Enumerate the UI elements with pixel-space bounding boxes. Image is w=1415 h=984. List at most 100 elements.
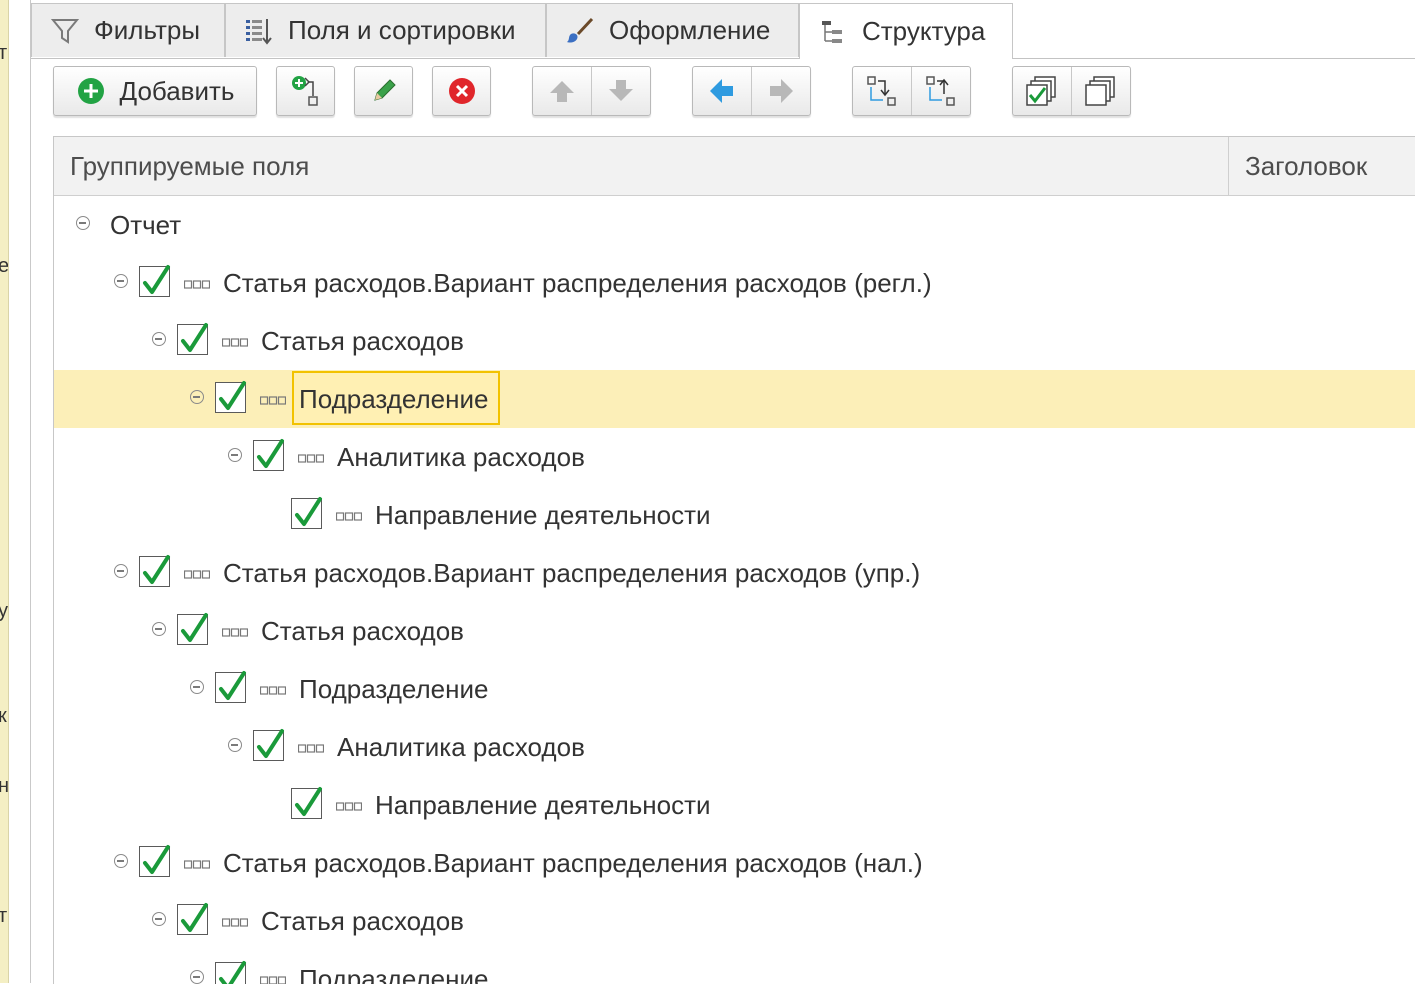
tree-row[interactable]: Статья расходов.Вариант распределения ра… [54,254,1415,312]
level-group [692,66,811,116]
delete-button[interactable] [432,66,491,116]
plus-circle-icon [77,78,104,104]
use-checkbox[interactable] [291,787,322,819]
tree-row-label: Статья расходов [261,325,464,356]
tab-fields-sorting[interactable]: Поля и сортировки [225,3,546,57]
level-down-button[interactable] [751,67,810,115]
tree-row[interactable]: Подразделение [54,950,1415,984]
column-header: Группируемые поля Заголовок [54,137,1415,196]
arrow-right-icon [770,79,793,103]
collapse-toggle-icon[interactable] [114,854,128,868]
tree-row[interactable]: Направление деятельности [54,486,1415,544]
tree-row[interactable]: Подразделение [54,660,1415,718]
collapse-toggle-icon[interactable] [228,448,242,462]
edge-glyph: т [0,905,7,928]
use-checkbox[interactable] [215,671,246,703]
check-mark-icon [181,323,208,352]
delete-icon [448,78,475,104]
check-group [1012,66,1131,116]
tree-row-label: Статья расходов.Вариант распределения ра… [223,267,932,298]
check-mark-icon [295,497,322,526]
use-checkbox[interactable] [291,497,322,529]
brush-icon [567,17,594,43]
edge-glyph: к [0,705,7,728]
move-up-button[interactable] [533,67,591,115]
tab-filters-label: Фильтры [94,15,201,45]
grouping-field-icon [183,857,211,869]
collapse-toggle-icon[interactable] [228,738,242,752]
tree-row-label: Направление деятельности [375,789,711,820]
tab-filters[interactable]: Фильтры [31,3,225,57]
collapse-toggle-icon[interactable] [190,680,204,694]
grouping-field-icon [335,799,363,811]
check-mark-icon [181,903,208,932]
grouping-field-icon [259,973,287,984]
arrow-up-icon [550,81,574,102]
collapse-toggle-icon[interactable] [152,332,166,346]
edit-button[interactable] [354,66,413,116]
use-checkbox[interactable] [215,961,246,984]
tree-row-label: Подразделение [299,673,489,704]
report-settings-panel: Фильтры Поля и сортировки Оформление Стр… [30,0,1415,984]
collapse-toggle-icon[interactable] [190,390,204,404]
edge-glyph: н [0,775,8,798]
tree-row[interactable]: Статья расходов.Вариант распределения ра… [54,834,1415,892]
use-checkbox[interactable] [139,845,170,877]
structure-tree-icon [822,20,842,43]
grouping-field-icon [221,625,249,637]
check-mark-icon [143,555,170,584]
tree-row[interactable]: Статья расходов.Вариант распределения ра… [54,544,1415,602]
collapse-toggle-icon[interactable] [114,564,128,578]
tree-row[interactable]: Статья расходов [54,312,1415,370]
column-grouping-fields[interactable]: Группируемые поля [54,137,1228,195]
tab-structure-label: Структура [862,16,986,46]
check-all-icon [1026,76,1056,106]
tree-row[interactable]: Аналитика расходов [54,428,1415,486]
arrow-left-icon [710,79,733,103]
use-checkbox[interactable] [139,265,170,297]
use-checkbox[interactable] [177,323,208,355]
level-up-button[interactable] [693,67,751,115]
use-checkbox[interactable] [177,903,208,935]
check-mark-icon [219,381,246,410]
check-all-button[interactable] [1013,67,1071,115]
check-mark-icon [181,613,208,642]
uncheck-all-button[interactable] [1071,67,1130,115]
grouping-field-icon [183,277,211,289]
tree-row[interactable]: Аналитика расходов [54,718,1415,776]
use-checkbox[interactable] [177,613,208,645]
tree-row[interactable]: Статья расходов [54,602,1415,660]
use-checkbox[interactable] [253,439,284,471]
add-group-button[interactable] [276,66,335,116]
collapse-toggle-icon[interactable] [114,274,128,288]
tab-structure[interactable]: Структура [799,3,1013,59]
collapse-toggle-icon[interactable] [152,622,166,636]
move-to-parent-button[interactable] [853,67,911,115]
move-to-child-button[interactable] [911,67,970,115]
uncheck-all-icon [1085,76,1115,106]
check-mark-icon [219,671,246,700]
column-title[interactable]: Заголовок [1229,137,1415,195]
collapse-toggle-icon[interactable] [76,216,90,230]
collapse-toggle-icon[interactable] [152,912,166,926]
tree-row-label: Подразделение [299,383,489,414]
tree-row[interactable]: Подразделение [54,370,1415,428]
move-up-down-group [532,66,651,116]
use-checkbox[interactable] [253,729,284,761]
grouping-field-icon [259,683,287,695]
tab-appearance[interactable]: Оформление [546,3,799,57]
move-to-child-icon [926,76,955,106]
use-checkbox[interactable] [139,555,170,587]
edge-glyph: у [0,600,8,623]
tree-row[interactable]: Отчет [54,196,1415,254]
use-checkbox[interactable] [215,381,246,413]
tree-row-label: Статья расходов [261,905,464,936]
tree-row-label: Направление деятельности [375,499,711,530]
add-button[interactable]: Добавить [53,66,257,116]
fields-sort-icon [246,18,272,45]
move-down-button[interactable] [591,67,650,115]
tree-row[interactable]: Статья расходов [54,892,1415,950]
tree-row[interactable]: Направление деятельности [54,776,1415,834]
collapse-toggle-icon[interactable] [190,970,204,984]
tree-row-label: Статья расходов.Вариант распределения ра… [223,557,921,588]
